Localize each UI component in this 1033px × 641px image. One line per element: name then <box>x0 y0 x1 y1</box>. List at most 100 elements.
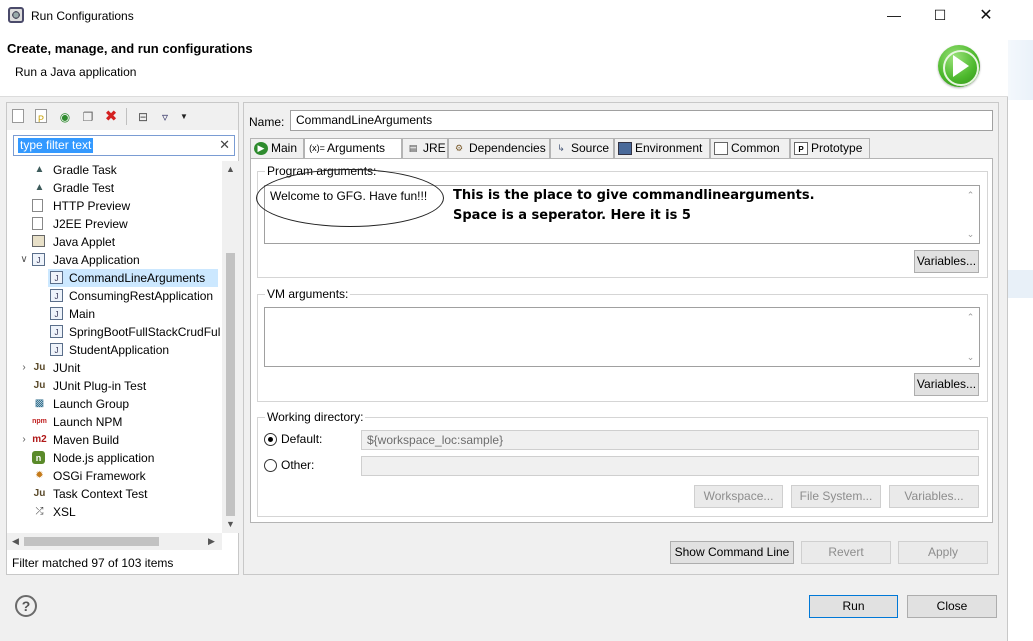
chevron-down-icon[interactable]: ∨ <box>18 251 30 269</box>
library-icon: ▤ <box>408 143 418 153</box>
scroll-up-icon[interactable]: ⌃ <box>962 312 979 323</box>
tree-item-http-preview[interactable]: HTTP Preview <box>7 197 222 215</box>
textarea-scrollbar[interactable]: ⌃ ⌄ <box>962 308 979 366</box>
view-menu-chevron-down-icon[interactable]: ▼ <box>176 109 192 125</box>
revert-button[interactable]: Revert <box>801 541 891 564</box>
tree-item-java-applet[interactable]: Java Applet <box>7 233 222 251</box>
other-label: Other: <box>281 458 315 472</box>
tab-prototype[interactable]: P Prototype <box>790 138 870 158</box>
osgi-icon: ✹ <box>35 470 44 481</box>
tree-item-main[interactable]: J Main <box>48 305 222 323</box>
close-button[interactable]: Close <box>907 595 997 618</box>
scroll-down-icon[interactable]: ⌄ <box>962 352 979 363</box>
tree-item-junit-plugin-test[interactable]: Ju JUnit Plug-in Test <box>7 377 222 395</box>
tree-item-launch-npm[interactable]: npm Launch NPM <box>7 413 222 431</box>
java-app-icon: J <box>50 325 63 338</box>
tree-item-osgi-framework[interactable]: ✹ OSGi Framework <box>7 467 222 485</box>
tab-common[interactable]: Common <box>710 138 790 158</box>
filter-field[interactable]: type filter text ✕ <box>13 135 235 156</box>
tree-horizontal-scrollbar[interactable]: ◀ ▶ <box>7 533 222 550</box>
export-configuration-icon[interactable]: ◉ <box>57 109 73 125</box>
tab-source[interactable]: ↳ Source <box>550 138 614 158</box>
dialog-header: Create, manage, and run configurations R… <box>0 31 1008 97</box>
help-icon[interactable]: ? <box>15 595 37 617</box>
java-app-icon: J <box>50 343 63 356</box>
tree-item-gradle-task[interactable]: ▲ Gradle Task <box>7 161 222 179</box>
textarea-scrollbar[interactable]: ⌃ ⌄ <box>962 186 979 243</box>
maximize-button[interactable]: ☐ <box>917 0 963 31</box>
scroll-thumb[interactable] <box>24 537 159 546</box>
common-icon <box>714 142 728 155</box>
prototype-icon: P <box>794 142 808 155</box>
workdir-variables-button[interactable]: Variables... <box>889 485 979 508</box>
collapse-all-icon[interactable]: ⊟ <box>135 109 151 125</box>
annotation-line-1: This is the place to give commandlinearg… <box>453 188 815 203</box>
new-prototype-icon[interactable]: P <box>35 109 47 124</box>
tree-item-launch-group[interactable]: ▩ Launch Group <box>7 395 222 413</box>
delete-icon[interactable]: ✖ <box>103 109 119 125</box>
annotation-line-2: Space is a seperator. Here it is 5 <box>453 208 691 223</box>
tree-item-gradle-test[interactable]: ▲ Gradle Test <box>7 179 222 197</box>
chevron-right-icon[interactable]: › <box>18 431 30 449</box>
annotation-text: This is the place to give commandlinearg… <box>453 186 815 226</box>
header-title: Create, manage, and run configurations <box>7 41 253 56</box>
tree-item-studentapplication[interactable]: J StudentApplication <box>48 341 222 359</box>
workspace-button[interactable]: Workspace... <box>694 485 783 508</box>
tree-item-consumingrestapplication[interactable]: J ConsumingRestApplication <box>48 287 222 305</box>
show-command-line-button[interactable]: Show Command Line <box>670 541 794 564</box>
junit-icon: Ju <box>33 362 46 373</box>
file-system-button[interactable]: File System... <box>791 485 881 508</box>
other-directory-field[interactable] <box>361 456 979 476</box>
vm-variables-button[interactable]: Variables... <box>914 373 979 396</box>
clear-filter-icon[interactable]: ✕ <box>219 137 230 153</box>
tree-item-nodejs-application[interactable]: n Node.js application <box>7 449 222 467</box>
tab-main[interactable]: ▶ Main <box>250 138 304 158</box>
close-window-button[interactable]: ✕ <box>963 0 1009 31</box>
tab-environment[interactable]: Environment <box>614 138 710 158</box>
java-app-icon: J <box>50 271 63 284</box>
scroll-up-icon[interactable]: ▲ <box>222 161 239 178</box>
tree-item-maven-build[interactable]: › m2 Maven Build <box>7 431 222 449</box>
window-title: Run Configurations <box>31 9 134 23</box>
new-configuration-icon[interactable] <box>12 109 24 123</box>
arguments-tab-icon: (x)= <box>309 143 325 153</box>
tree-item-java-application[interactable]: ∨ J Java Application <box>7 251 222 269</box>
left-toolbar: P ◉ ❐ ✖ ⊟ ▿ ▼ <box>7 103 238 130</box>
scroll-down-icon[interactable]: ▼ <box>222 516 239 533</box>
run-button[interactable]: Run <box>809 595 898 618</box>
maven-icon: m2 <box>32 434 47 445</box>
scroll-left-icon[interactable]: ◀ <box>7 533 24 550</box>
configuration-tree: ▲ Gradle Task ▲ Gradle Test HTTP Preview… <box>7 161 222 531</box>
applet-icon <box>32 235 45 247</box>
tab-arguments[interactable]: (x)= Arguments <box>304 138 402 159</box>
run-configurations-dialog: Run Configurations — ☐ ✕ Create, manage,… <box>0 0 1008 641</box>
program-variables-button[interactable]: Variables... <box>914 250 979 273</box>
name-input[interactable]: CommandLineArguments <box>290 110 993 131</box>
tree-item-xsl[interactable]: ⤮ XSL <box>7 503 222 521</box>
scroll-down-icon[interactable]: ⌄ <box>962 229 979 240</box>
tree-item-springbootfullstackcrudful[interactable]: J SpringBootFullStackCrudFul <box>48 323 222 341</box>
tree-item-j2ee-preview[interactable]: J2EE Preview <box>7 215 222 233</box>
tree-vertical-scrollbar[interactable]: ▲ ▼ <box>222 161 239 533</box>
filter-icon[interactable]: ▿ <box>157 109 173 125</box>
vm-arguments-textarea[interactable]: ⌃ ⌄ <box>264 307 980 367</box>
junit-plugin-icon: Ju <box>33 380 46 391</box>
default-radio[interactable] <box>264 433 277 446</box>
scroll-up-icon[interactable]: ⌃ <box>962 190 979 201</box>
other-radio[interactable] <box>264 459 277 472</box>
apply-button[interactable]: Apply <box>898 541 988 564</box>
minimize-button[interactable]: — <box>871 0 917 31</box>
default-directory-field: ${workspace_loc:sample} <box>361 430 979 450</box>
scroll-right-icon[interactable]: ▶ <box>203 533 220 550</box>
scroll-thumb[interactable] <box>226 253 235 516</box>
chevron-right-icon[interactable]: › <box>18 359 30 377</box>
gradle-icon: ▲ <box>34 182 45 193</box>
tree-item-junit[interactable]: › Ju JUnit <box>7 359 222 377</box>
tree-item-task-context-test[interactable]: Ju Task Context Test <box>7 485 222 503</box>
tree-item-commandlinearguments[interactable]: J CommandLineArguments <box>48 269 218 287</box>
background-window-edge <box>1008 40 1033 100</box>
tab-jre[interactable]: ▤ JRE <box>402 138 448 158</box>
duplicate-icon[interactable]: ❐ <box>80 109 96 125</box>
configuration-list-panel: P ◉ ❐ ✖ ⊟ ▿ ▼ type filter text ✕ ▲ Gradl… <box>6 102 239 575</box>
tab-dependencies[interactable]: ⚙ Dependencies <box>448 138 550 158</box>
